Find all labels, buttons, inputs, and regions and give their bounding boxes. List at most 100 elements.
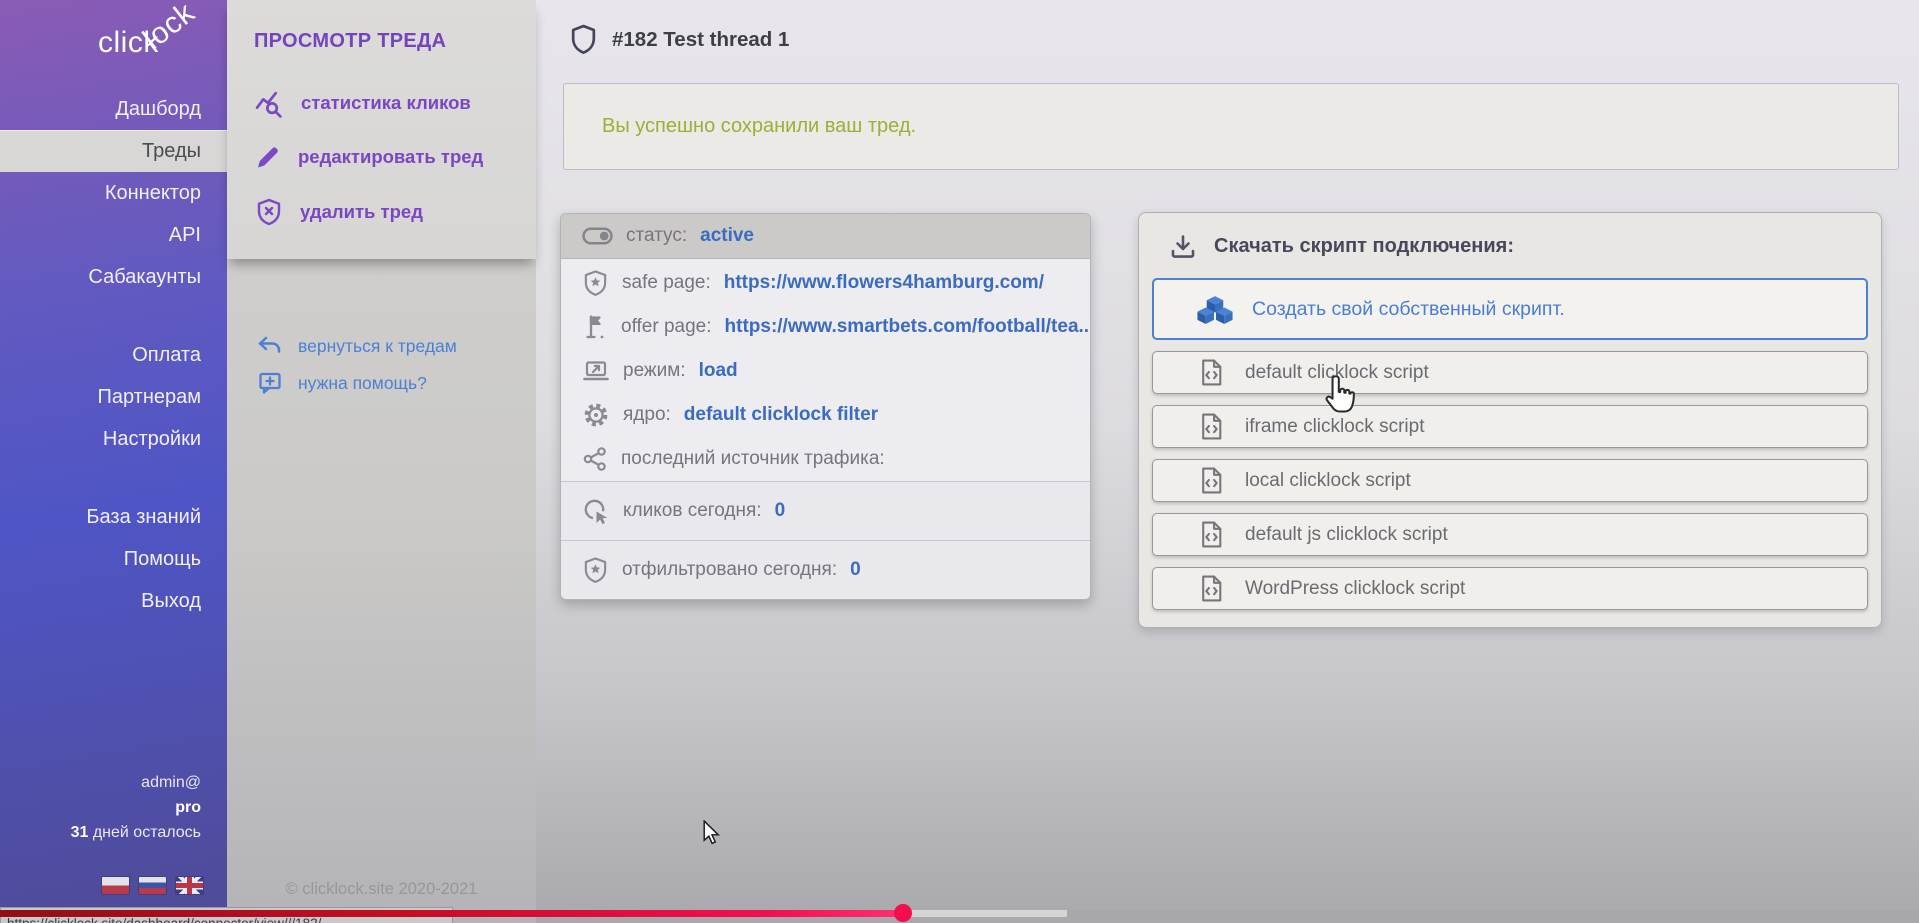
click-cursor-icon <box>582 497 610 525</box>
app-window: clicklock Дашборд Треды Коннектор API Са… <box>0 0 1919 923</box>
cubes-icon <box>1197 293 1233 325</box>
shield-star-icon <box>582 269 609 298</box>
traffic-source-label: последний источник трафика: <box>621 448 885 470</box>
video-played-bar <box>0 910 903 917</box>
safe-page-row: safe page: https://www.flowers4hamburg.c… <box>561 261 1090 305</box>
script-button-iframe[interactable]: iframe clicklock script <box>1152 405 1868 448</box>
file-code-icon <box>1199 358 1224 387</box>
sidebar-item-settings[interactable]: Настройки <box>0 418 227 460</box>
script-button-wordpress-label: WordPress clicklock script <box>1245 578 1465 600</box>
copyright: © clicklock.site 2020-2021 <box>227 880 536 899</box>
core-value: default clicklock filter <box>684 404 878 426</box>
offer-page-row: offer page: https://www.smartbets.com/fo… <box>561 305 1090 349</box>
comment-plus-icon <box>257 370 283 396</box>
script-button-iframe-label: iframe clicklock script <box>1245 416 1424 438</box>
clicklock-logo[interactable]: clicklock <box>98 26 214 60</box>
mode-label: режим: <box>623 360 686 382</box>
thread-menu-card: ПРОСМОТР ТРЕДА статистика кликов редакти… <box>227 0 536 259</box>
uk-flag-icon[interactable] <box>176 877 203 894</box>
flag-pin-icon <box>582 313 608 341</box>
create-custom-script-label: Создать свой собственный скрипт. <box>1252 298 1565 321</box>
account-days-left: 31 дней осталось <box>71 820 201 845</box>
traffic-source-row: последний источник трафика: <box>561 437 1090 481</box>
script-button-local-label: local clicklock script <box>1245 470 1411 492</box>
offer-page-link[interactable]: https://www.smartbets.com/football/tea..… <box>725 316 1091 338</box>
account-info: admin@ pro 31 дней осталось <box>71 770 201 845</box>
laptop-arrow-icon <box>582 359 610 383</box>
status-url-text: https://clicklock.site/dashboard/connect… <box>7 916 452 923</box>
script-button-local[interactable]: local clicklock script <box>1152 459 1868 502</box>
share-icon <box>582 446 608 472</box>
status-label: статус: <box>626 225 687 247</box>
sidebar-item-api[interactable]: API <box>0 214 227 256</box>
sidebar-item-help[interactable]: Помощь <box>0 538 227 580</box>
need-help-label: нужна помощь? <box>298 373 427 394</box>
status-card-body: safe page: https://www.flowers4hamburg.c… <box>561 259 1090 481</box>
page-header: #182 Test thread 1 <box>570 24 789 55</box>
thread-status-card: статус: active safe page: https://www.fl… <box>560 213 1091 600</box>
thread-delete-button[interactable]: удалить тред <box>254 195 423 229</box>
need-help-link[interactable]: нужна помощь? <box>257 370 427 396</box>
shield-star-icon <box>582 556 609 585</box>
success-alert: Вы успешно сохранили ваш тред. <box>563 83 1899 170</box>
filtered-today-value: 0 <box>850 559 861 581</box>
script-button-default-js[interactable]: default js clicklock script <box>1152 513 1868 556</box>
safe-page-link[interactable]: https://www.flowers4hamburg.com/ <box>724 272 1044 294</box>
sidebar: clicklock Дашборд Треды Коннектор API Са… <box>0 0 227 923</box>
poland-flag-icon[interactable] <box>102 877 129 894</box>
create-custom-script-button[interactable]: Создать свой собственный скрипт. <box>1152 278 1868 340</box>
thread-menu-title: ПРОСМОТР ТРЕДА <box>254 30 446 53</box>
sidebar-item-connector[interactable]: Коннектор <box>0 172 227 214</box>
file-code-icon <box>1199 412 1224 441</box>
filtered-today-label: отфильтровано сегодня: <box>622 559 837 581</box>
script-button-default-js-label: default js clicklock script <box>1245 524 1448 546</box>
core-row: ядро: default clicklock filter <box>561 393 1090 437</box>
download-panel-title: Скачать скрипт подключения: <box>1214 235 1514 258</box>
gear-icon <box>582 401 610 429</box>
account-plan: pro <box>71 795 201 820</box>
sidebar-menu: Дашборд Треды Коннектор API Сабакаунты О… <box>0 88 227 622</box>
download-icon <box>1169 233 1197 260</box>
back-to-threads-link[interactable]: вернуться к тредам <box>257 333 457 359</box>
clicks-today-label: кликов сегодня: <box>623 500 762 522</box>
thread-menu-panel: ПРОСМОТР ТРЕДА статистика кликов редакти… <box>227 0 536 923</box>
days-text: дней осталось <box>93 824 201 841</box>
clicks-today-row: кликов сегодня: 0 <box>561 481 1090 540</box>
back-to-threads-label: вернуться к тредам <box>298 336 457 357</box>
file-code-icon <box>1199 466 1224 495</box>
video-scrubber-handle[interactable] <box>894 904 912 922</box>
shield-icon <box>570 24 597 55</box>
download-panel-title-row: Скачать скрипт подключения: <box>1169 233 1868 260</box>
thread-edit-button[interactable]: редактировать тред <box>254 140 483 174</box>
toggle-icon <box>582 226 613 246</box>
russia-flag-icon[interactable] <box>139 877 166 894</box>
page-title: #182 Test thread 1 <box>612 28 789 52</box>
sidebar-item-payment[interactable]: Оплата <box>0 334 227 376</box>
undo-icon <box>257 334 283 358</box>
edit-icon <box>254 143 282 171</box>
mode-value: load <box>699 360 738 382</box>
sidebar-item-logout[interactable]: Выход <box>0 580 227 622</box>
offer-page-label: offer page: <box>621 316 712 338</box>
main-content: #182 Test thread 1 Вы успешно сохранили … <box>536 0 1919 923</box>
file-code-icon <box>1199 520 1224 549</box>
mode-row: режим: load <box>561 349 1090 393</box>
sidebar-item-dashboard[interactable]: Дашборд <box>0 88 227 130</box>
safe-page-label: safe page: <box>622 272 711 294</box>
thread-stats-button[interactable]: статистика кликов <box>254 86 471 120</box>
language-switcher <box>102 877 203 894</box>
sidebar-item-subaccounts[interactable]: Сабакаунты <box>0 256 227 298</box>
sidebar-item-knowledge-base[interactable]: База знаний <box>0 496 227 538</box>
days-number: 31 <box>71 824 89 841</box>
success-alert-text: Вы успешно сохранили ваш тред. <box>602 115 916 138</box>
sidebar-item-partners[interactable]: Партнерам <box>0 376 227 418</box>
sidebar-item-threads[interactable]: Треды <box>0 130 227 172</box>
thread-delete-label: удалить тред <box>300 201 423 223</box>
filtered-today-row: отфильтровано сегодня: 0 <box>561 540 1090 599</box>
stats-icon <box>254 88 285 119</box>
script-button-default[interactable]: default clicklock script <box>1152 351 1868 394</box>
thread-stats-label: статистика кликов <box>301 92 471 114</box>
download-panel: Скачать скрипт подключения: Создать свой… <box>1138 212 1882 628</box>
script-button-wordpress[interactable]: WordPress clicklock script <box>1152 567 1868 610</box>
script-button-default-label: default clicklock script <box>1245 362 1429 384</box>
